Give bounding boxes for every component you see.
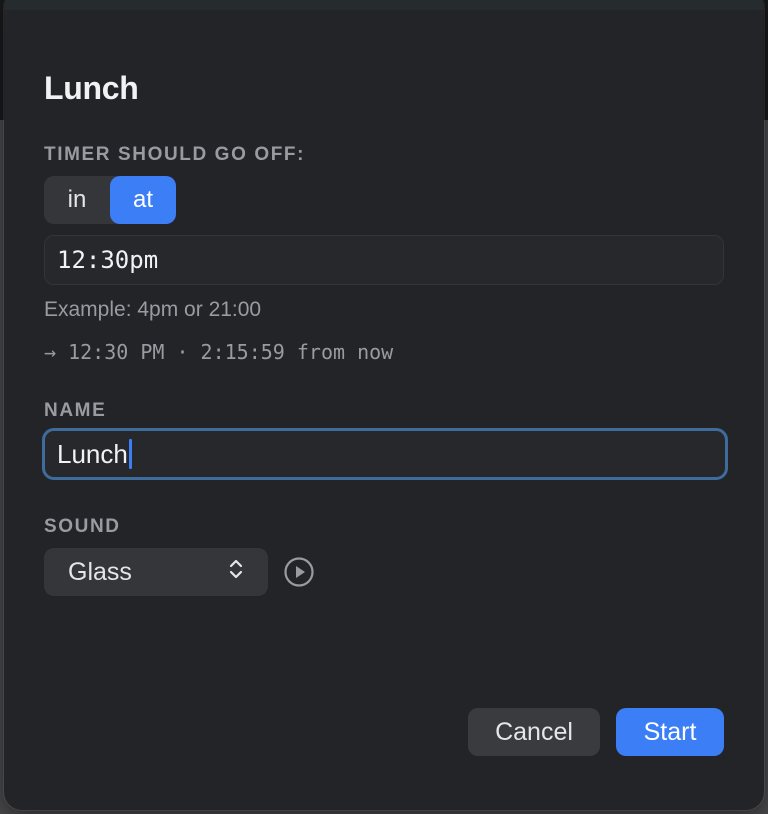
timer-mode-segmented-control: in at	[44, 176, 176, 224]
time-input[interactable]: 12:30pm	[44, 235, 724, 285]
dialog-title: Lunch	[44, 70, 139, 106]
timer-section-label: TIMER SHOULD GO OFF:	[44, 144, 306, 165]
chevron-up-down-icon	[228, 557, 244, 588]
sound-section-label: SOUND	[44, 516, 121, 537]
time-example-hint: Example: 4pm or 21:00	[44, 298, 262, 321]
play-circle-icon[interactable]	[283, 556, 315, 588]
sound-select-value: Glass	[68, 557, 132, 586]
mode-at-button[interactable]: at	[110, 176, 176, 224]
time-input-value: 12:30pm	[57, 246, 159, 274]
sound-select[interactable]: Glass	[44, 548, 268, 596]
timer-dialog: Lunch TIMER SHOULD GO OFF: in at 12:30pm…	[4, 0, 764, 810]
cancel-button[interactable]: Cancel	[468, 708, 600, 756]
name-input-value: Lunch	[57, 438, 128, 469]
text-caret	[128, 439, 132, 469]
dialog-top-strip	[4, 0, 764, 10]
resolved-time-text: → 12:30 PM · 2:15:59 from now	[44, 340, 394, 364]
name-input[interactable]: Lunch	[42, 428, 728, 480]
name-section-label: NAME	[44, 400, 107, 421]
mode-in-button[interactable]: in	[44, 176, 110, 224]
start-button[interactable]: Start	[616, 708, 724, 756]
